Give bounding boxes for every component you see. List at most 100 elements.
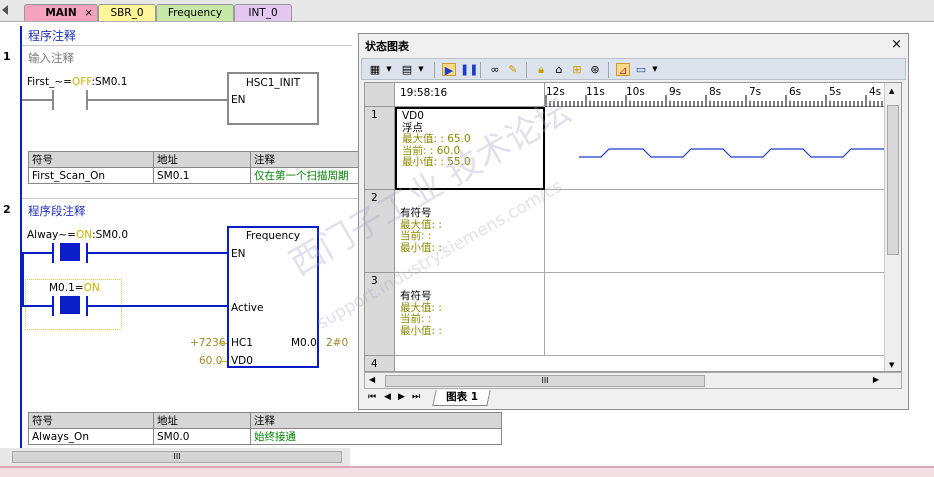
contact-state: ON bbox=[75, 229, 93, 241]
pause-icon[interactable]: ❚❚ bbox=[460, 63, 478, 76]
glasses-icon[interactable]: ∞ bbox=[488, 63, 502, 76]
contact-label: Alway~=ON:SM0.0 bbox=[27, 229, 128, 241]
time-cell: 19:58:16 bbox=[395, 83, 545, 107]
trend-row-3[interactable]: 有符号 最大值: : 当前: : 最小值: : bbox=[395, 273, 545, 356]
tab-frequency[interactable]: Frequency bbox=[156, 4, 234, 21]
box-active-pin: Active bbox=[231, 302, 264, 314]
prev-sheet-icon[interactable]: ◀ bbox=[384, 392, 391, 402]
divider bbox=[22, 198, 360, 199]
box-title: HSC1_INIT bbox=[245, 77, 301, 89]
tab-main[interactable]: MAIN × bbox=[24, 4, 98, 21]
symbol-table: 符号 地址 注释 First_Scan_On SM0.1 仅在第一个扫描周期 bbox=[28, 151, 360, 184]
last-sheet-icon[interactable]: ⏭ bbox=[412, 392, 420, 402]
chart-mode-icon[interactable]: ▶ bbox=[442, 63, 456, 77]
sheet-tab-bar: ⏮ ◀ ▶ ⏭ 图表 1 bbox=[364, 390, 902, 408]
network-comment[interactable]: 程序段注释 bbox=[28, 203, 86, 219]
col-symbol: 符号 bbox=[28, 412, 154, 429]
scroll-left-icon[interactable]: ◀ bbox=[369, 375, 375, 384]
scroll-up-icon[interactable]: ▲ bbox=[889, 87, 894, 95]
chevron-down-icon[interactable]: ▼ bbox=[382, 63, 396, 76]
table-cell: 仅在第一个扫描周期 bbox=[250, 167, 360, 184]
unlock-icon[interactable]: ⌂ bbox=[552, 63, 566, 76]
network-comment[interactable]: 输入注释 bbox=[28, 50, 74, 66]
box-title: Frequency bbox=[245, 230, 301, 242]
trend-plot bbox=[545, 107, 885, 190]
wire bbox=[88, 99, 228, 101]
box-hc1-pin: HC1 bbox=[231, 337, 253, 349]
tab-sbr0[interactable]: SBR_0 bbox=[98, 4, 156, 21]
network-number: 2 bbox=[3, 203, 11, 216]
col-address: 地址 bbox=[153, 412, 251, 429]
box-en-pin: EN bbox=[231, 94, 246, 106]
tab-int0[interactable]: INT_0 bbox=[234, 4, 292, 21]
close-icon[interactable]: × bbox=[891, 37, 902, 52]
min-value: 最小值: : bbox=[400, 241, 442, 254]
trend-plot bbox=[545, 273, 885, 356]
scroll-thumb[interactable]: III bbox=[385, 375, 705, 387]
row-number: 1 bbox=[365, 107, 395, 190]
trend-view-icon[interactable]: ⊿ bbox=[616, 63, 630, 77]
chevron-down-icon[interactable]: ▼ bbox=[648, 63, 662, 76]
chevron-down-icon[interactable]: ▼ bbox=[414, 63, 428, 76]
trend-trace bbox=[579, 148, 885, 158]
min-value: 最小值: : bbox=[400, 324, 442, 337]
contact-label: M0.1=ON bbox=[49, 282, 100, 294]
symbol-table: 符号 地址 注释 Always_On SM0.0 始终接通 bbox=[28, 412, 502, 445]
wire bbox=[22, 99, 52, 101]
tooltip-icon[interactable]: ▭ bbox=[634, 63, 648, 76]
row-number-label: 4 bbox=[371, 358, 378, 370]
row-number-label: 2 bbox=[371, 192, 378, 204]
corner-cell bbox=[365, 83, 395, 107]
program-comment[interactable]: 程序注释 bbox=[28, 27, 76, 44]
scroll-left-icon[interactable] bbox=[2, 5, 8, 15]
read-forced-icon[interactable]: ⊛ bbox=[588, 63, 602, 76]
contact-state: OFF bbox=[71, 76, 92, 88]
toolbar-separator bbox=[608, 62, 609, 78]
wire bbox=[219, 343, 227, 344]
scroll-down-icon[interactable]: ▼ bbox=[889, 361, 894, 369]
network-number: 1 bbox=[3, 50, 11, 63]
contact-first-scan[interactable] bbox=[52, 90, 54, 110]
tick-label: 5s bbox=[829, 86, 842, 98]
chart-vertical-scrollbar[interactable]: ▲ ▼ bbox=[884, 83, 901, 371]
box-vd0-pin: VD0 bbox=[231, 355, 253, 367]
trend-row-vd0[interactable]: VD0 浮点 最大值: : 65.0 当前: : 60.0 最小值: : 55.… bbox=[395, 107, 545, 190]
scroll-thumb[interactable]: III bbox=[12, 451, 342, 463]
chart-horizontal-scrollbar[interactable]: ◀ III ▶ bbox=[364, 372, 902, 389]
wire bbox=[22, 305, 52, 307]
format-label: 有符号 bbox=[400, 207, 432, 219]
first-sheet-icon[interactable]: ⏮ bbox=[368, 392, 376, 402]
hsc1-init-box[interactable]: HSC1_INIT EN bbox=[227, 72, 319, 125]
chart-toolbar: ▦ ▼ ▤ ▼ ▶ ❚❚ ∞ ✎ 🔒︎ ⌂ ⊞ ⊛ ⊿ ▭ ▼ bbox=[361, 58, 906, 80]
tick-label: 7s bbox=[749, 86, 762, 98]
box-en-pin: EN bbox=[231, 248, 246, 260]
pencil-icon[interactable]: ✎ bbox=[506, 63, 520, 76]
contact-always-on[interactable] bbox=[60, 243, 80, 261]
contact-symbol: First_~= bbox=[27, 76, 72, 88]
next-sheet-icon[interactable]: ▶ bbox=[398, 392, 405, 402]
scroll-thumb[interactable] bbox=[887, 105, 899, 255]
lock-all-icon[interactable]: ⊞ bbox=[570, 63, 584, 76]
editor-horizontal-scrollbar[interactable]: III bbox=[0, 448, 350, 466]
table-cell: First_Scan_On bbox=[28, 167, 154, 184]
toolbar-separator bbox=[480, 62, 481, 78]
tick-label: 11s bbox=[586, 86, 605, 98]
divider bbox=[22, 45, 352, 46]
scroll-right-icon[interactable]: ▶ bbox=[873, 375, 879, 384]
close-icon[interactable]: × bbox=[84, 5, 93, 21]
lock-icon[interactable]: 🔒︎ bbox=[534, 63, 548, 76]
editor-tab-bar: MAIN × SBR_0 Frequency INT_0 bbox=[0, 0, 934, 22]
tick-label: 6s bbox=[789, 86, 802, 98]
delete-row-icon[interactable]: ▤ bbox=[400, 63, 414, 76]
frequency-box[interactable]: Frequency EN Active HC1 VD0 M0.0 bbox=[227, 226, 319, 368]
current-value: 当前: : bbox=[400, 313, 432, 325]
wire bbox=[88, 252, 228, 254]
sheet-tab-chart1[interactable]: 图表 1 bbox=[432, 390, 491, 406]
trend-grid: 19:58:16 12s 11s 10s 9s 8s 7s 6s 5s 4s 1… bbox=[364, 82, 902, 372]
branch-wire bbox=[22, 252, 24, 306]
contact-m01[interactable] bbox=[60, 296, 80, 314]
trend-row-2[interactable]: 有符号 最大值: : 当前: : 最小值: : bbox=[395, 190, 545, 273]
add-row-icon[interactable]: ▦ bbox=[368, 63, 382, 76]
toolbar-separator bbox=[434, 62, 435, 78]
power-rail bbox=[20, 26, 22, 448]
